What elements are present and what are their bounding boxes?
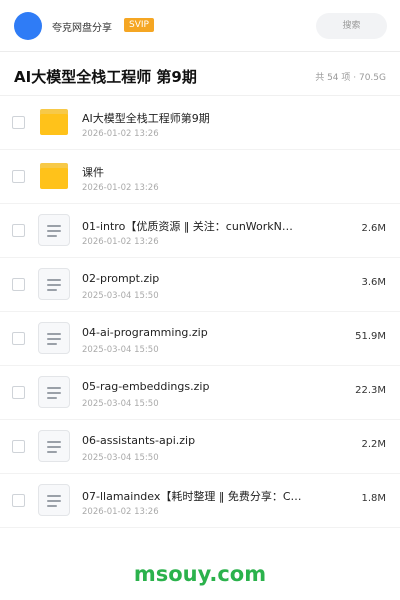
item-size: 2.6M (361, 223, 386, 234)
item-name[interactable]: 02-prompt.zip (82, 272, 310, 285)
item-date: 2026-01-02 13:26 (82, 183, 159, 193)
item-size: 1.8M (361, 493, 386, 504)
search-button[interactable]: 搜索 (316, 13, 387, 39)
list-item[interactable]: 07-llamaindex【耗时整理 ‖ 免费分享：C… 2026-01-02 … (0, 474, 400, 528)
file-icon (38, 430, 70, 462)
item-date: 2025-03-04 15:50 (82, 291, 159, 301)
select-checkbox[interactable] (12, 170, 25, 183)
list-item[interactable]: 课件 2026-01-02 13:26 (0, 150, 400, 204)
watermark-text: msouy.com (133, 562, 267, 586)
select-checkbox[interactable] (12, 440, 25, 453)
list-item[interactable]: 02-prompt.zip 2025-03-04 15:50 3.6M (0, 258, 400, 312)
select-checkbox[interactable] (12, 386, 25, 399)
list-item[interactable]: 06-assistants-api.zip 2025-03-04 15:50 2… (0, 420, 400, 474)
file-icon (38, 214, 70, 246)
item-name[interactable]: AI大模型全栈工程师第9期 (82, 110, 310, 126)
file-icon (38, 376, 70, 408)
item-name[interactable]: 07-llamaindex【耗时整理 ‖ 免费分享：C… (82, 488, 310, 504)
select-checkbox[interactable] (12, 224, 25, 237)
select-checkbox[interactable] (12, 494, 25, 507)
top-bar: 夸克网盘分享 SVIP 搜索 (0, 0, 400, 52)
avatar[interactable] (14, 12, 42, 40)
item-name[interactable]: 课件 (82, 164, 310, 180)
file-icon (38, 484, 70, 516)
select-checkbox[interactable] (12, 332, 25, 345)
item-name[interactable]: 05-rag-embeddings.zip (82, 380, 310, 393)
item-date: 2026-01-02 13:26 (82, 507, 159, 517)
file-icon (38, 322, 70, 354)
item-name[interactable]: 01-intro【优质资源 ‖ 关注：cunWorkN… (82, 218, 310, 234)
item-summary: 共 54 项 · 70.5G (315, 73, 386, 83)
folder-icon (38, 160, 70, 192)
list-item[interactable]: AI大模型全栈工程师第9期 2026-01-02 13:26 (0, 96, 400, 150)
item-size: 2.2M (361, 439, 386, 450)
file-icon (38, 268, 70, 300)
item-name[interactable]: 06-assistants-api.zip (82, 434, 310, 447)
list-item[interactable]: 01-intro【优质资源 ‖ 关注：cunWorkN… 2026-01-02 … (0, 204, 400, 258)
folder-header: AI大模型全栈工程师 第9期 共 54 项 · 70.5G (0, 52, 400, 96)
folder-icon (38, 106, 70, 138)
item-name[interactable]: 04-ai-programming.zip (82, 326, 310, 339)
list-item[interactable]: 04-ai-programming.zip 2025-03-04 15:50 5… (0, 312, 400, 366)
item-date: 2026-01-02 13:26 (82, 129, 159, 139)
page-title: AI大模型全栈工程师 第9期 (14, 68, 197, 86)
share-username: 夸克网盘分享 (52, 23, 112, 34)
item-date: 2025-03-04 15:50 (82, 345, 159, 355)
list-item[interactable]: 05-rag-embeddings.zip 2025-03-04 15:50 2… (0, 366, 400, 420)
item-date: 2025-03-04 15:50 (82, 399, 159, 409)
item-size: 22.3M (355, 385, 386, 396)
item-size: 3.6M (361, 277, 386, 288)
item-date: 2026-01-02 13:26 (82, 237, 159, 247)
item-date: 2025-03-04 15:50 (82, 453, 159, 463)
svip-badge: SVIP (124, 18, 154, 32)
item-size: 51.9M (355, 331, 386, 342)
select-checkbox[interactable] (12, 278, 25, 291)
select-checkbox[interactable] (12, 116, 25, 129)
